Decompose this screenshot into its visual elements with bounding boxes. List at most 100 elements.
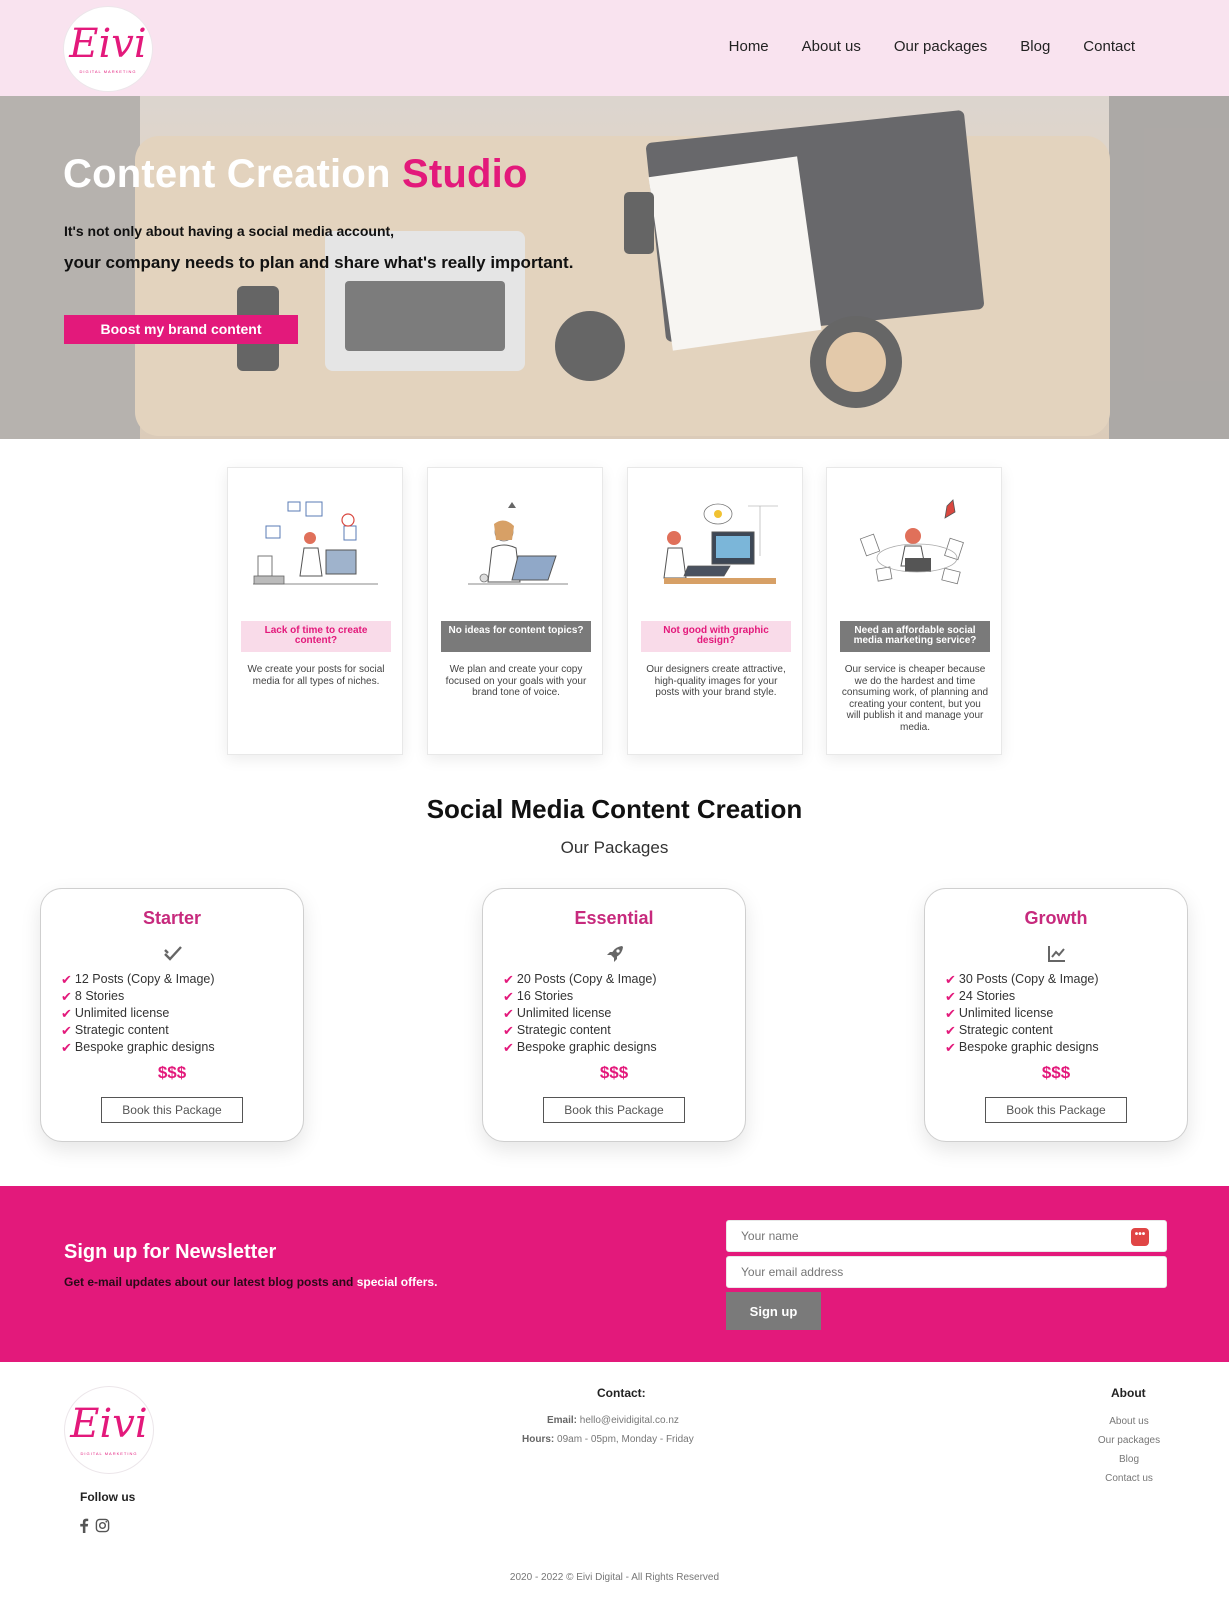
book-package-button[interactable]: Book this Package: [101, 1097, 243, 1123]
package-price: $$$: [157, 1063, 187, 1082]
list-item: ✔ Bespoke graphic designs: [61, 1040, 215, 1055]
contact-hours-line: Hours: 09am - 05pm, Monday - Friday: [522, 1434, 694, 1445]
feature-description: We plan and create your copy focused on …: [445, 664, 587, 698]
check-icon: ✔: [945, 989, 956, 1004]
logo-subtitle: DIGITAL MARKETING: [79, 69, 137, 74]
check-icon: ✔: [61, 972, 72, 987]
nav-about-us[interactable]: About us: [802, 38, 861, 55]
email-input[interactable]: [726, 1256, 1167, 1288]
check-icon: ✔: [945, 1006, 956, 1021]
list-item: ✔ Bespoke graphic designs: [503, 1040, 657, 1055]
package-price: $$$: [599, 1063, 629, 1082]
facebook-icon[interactable]: [79, 1518, 89, 1533]
check-icon: ✔: [503, 972, 514, 987]
list-item: ✔ Strategic content: [503, 1023, 611, 1038]
book-package-button[interactable]: Book this Package: [985, 1097, 1127, 1123]
nav-our-packages[interactable]: Our packages: [894, 38, 987, 55]
footer-link-contact-us[interactable]: Contact us: [1069, 1473, 1189, 1484]
check-icon: ✔: [503, 1023, 514, 1038]
feature-title: Not good with graphic design?: [641, 621, 791, 652]
sign-up-button[interactable]: Sign up: [726, 1292, 821, 1330]
package-name: Essential: [574, 908, 654, 928]
nav-home[interactable]: Home: [729, 38, 769, 55]
follow-us-label: Follow us: [80, 1490, 136, 1504]
feature-title: Need an affordable social media marketin…: [840, 621, 990, 652]
package-features: ✔ 12 Posts (Copy & Image) ✔ 8 Stories ✔ Unl…: [61, 971, 215, 1056]
hero-title-main: Content Creation: [63, 152, 391, 196]
feature-card-affordable: Need an affordable social media marketin…: [826, 467, 1002, 755]
logo-text: Eivi: [69, 21, 147, 67]
name-input[interactable]: [726, 1220, 1167, 1252]
site-header: Eivi DIGITAL MARKETING Home About us Our…: [0, 0, 1229, 96]
list-item: ✔ 30 Posts (Copy & Image): [945, 972, 1099, 987]
feature-title: No ideas for content topics?: [441, 621, 591, 652]
feature-card-design: Not good with graphic design? Our design…: [627, 467, 803, 755]
packages-section-subtitle: Our Packages: [560, 838, 669, 857]
list-item: ✔ 20 Posts (Copy & Image): [503, 972, 657, 987]
check-icon: ✔: [61, 989, 72, 1004]
feature-description: We create your posts for social media fo…: [247, 664, 385, 687]
boost-brand-button[interactable]: Boost my brand content: [64, 315, 298, 344]
feature-card-ideas: No ideas for content topics? We plan and…: [427, 467, 603, 755]
list-item: ✔ 16 Stories: [503, 989, 574, 1004]
instagram-icon[interactable]: [95, 1518, 110, 1533]
chart-line-icon: [1048, 946, 1065, 962]
hero-section: Content Creation Studio It's not only ab…: [0, 96, 1229, 439]
check-icon: ✔: [61, 1006, 72, 1021]
nav-blog[interactable]: Blog: [1020, 38, 1050, 55]
list-item: ✔ 24 Stories: [945, 989, 1016, 1004]
feature-description: Our designers create attractive, high-qu…: [646, 664, 786, 698]
footer-link-our-packages[interactable]: Our packages: [1069, 1435, 1189, 1446]
designer-illustration-icon: [663, 503, 778, 584]
package-features: ✔ 20 Posts (Copy & Image) ✔ 16 Stories ✔ Un…: [503, 971, 657, 1056]
newsletter-title: Sign up for Newsletter: [64, 1241, 277, 1263]
password-manager-icon[interactable]: •••: [1131, 1228, 1149, 1246]
book-package-button[interactable]: Book this Package: [543, 1097, 685, 1123]
hours-label: Hours:: [522, 1434, 555, 1445]
logo-text: Eivi: [70, 1401, 148, 1447]
about-heading: About: [1111, 1386, 1146, 1400]
hours-value: 09am - 05pm, Monday - Friday: [557, 1434, 694, 1445]
list-item: ✔ Bespoke graphic designs: [945, 1040, 1099, 1055]
package-features: ✔ 30 Posts (Copy & Image) ✔ 24 Stories ✔ Un…: [945, 971, 1099, 1056]
check-icon: ✔: [503, 1006, 514, 1021]
rocket-woman-illustration-icon: [859, 499, 964, 585]
package-name: Growth: [1024, 908, 1088, 928]
check-icon: ✔: [945, 972, 956, 987]
hero-title-accent: Studio: [401, 152, 528, 196]
package-name: Starter: [142, 908, 202, 928]
feature-card-time: Lack of time to create content? We creat…: [227, 467, 403, 755]
check-icon: ✔: [61, 1023, 72, 1038]
package-card-growth: Growth ✔ 30 Posts (Copy & Image) ✔ 24 Stor…: [924, 888, 1188, 1142]
list-item: ✔ Unlimited license: [945, 1006, 1054, 1021]
hero-tagline-1: It's not only about having a social medi…: [64, 223, 395, 239]
header-logo[interactable]: Eivi DIGITAL MARKETING: [63, 6, 153, 92]
check-icon: ✔: [945, 1023, 956, 1038]
packages-section-title: Social Media Content Creation: [426, 794, 803, 824]
check-icon: ✔: [503, 1040, 514, 1055]
rocket-icon: [607, 946, 623, 962]
hero-tagline-2: your company needs to plan and share wha…: [64, 253, 574, 272]
contact-email-line: Email: hello@eividigital.co.nz: [547, 1415, 679, 1426]
contact-email-link[interactable]: hello@eividigital.co.nz: [580, 1415, 679, 1426]
hero-title: Content Creation Studio: [63, 152, 528, 197]
footer-logo[interactable]: Eivi DIGITAL MARKETING: [64, 1386, 154, 1474]
thinking-woman-illustration-icon: [468, 502, 568, 585]
list-item: ✔ Unlimited license: [503, 1006, 612, 1021]
nav-contact[interactable]: Contact: [1083, 38, 1135, 55]
copyright-text: 2020 - 2022 © Eivi Digital - All Rights …: [509, 1572, 720, 1583]
list-item: ✔ 8 Stories: [61, 989, 125, 1004]
footer-link-blog[interactable]: Blog: [1069, 1454, 1189, 1465]
logo-subtitle: DIGITAL MARKETING: [80, 1451, 138, 1456]
check-icon: ✔: [503, 989, 514, 1004]
footer-link-about-us[interactable]: About us: [1069, 1416, 1189, 1427]
check-icon: ✔: [61, 1040, 72, 1055]
newsletter-highlight: special offers.: [356, 1275, 438, 1289]
list-item: ✔ 12 Posts (Copy & Image): [61, 972, 215, 987]
check-icon: ✔: [945, 1040, 956, 1055]
list-item: ✔ Strategic content: [61, 1023, 169, 1038]
package-price: $$$: [1041, 1063, 1071, 1082]
main-nav: Home About us Our packages Blog Contact: [729, 38, 1135, 55]
email-label: Email:: [547, 1415, 578, 1426]
list-item: ✔ Strategic content: [945, 1023, 1053, 1038]
